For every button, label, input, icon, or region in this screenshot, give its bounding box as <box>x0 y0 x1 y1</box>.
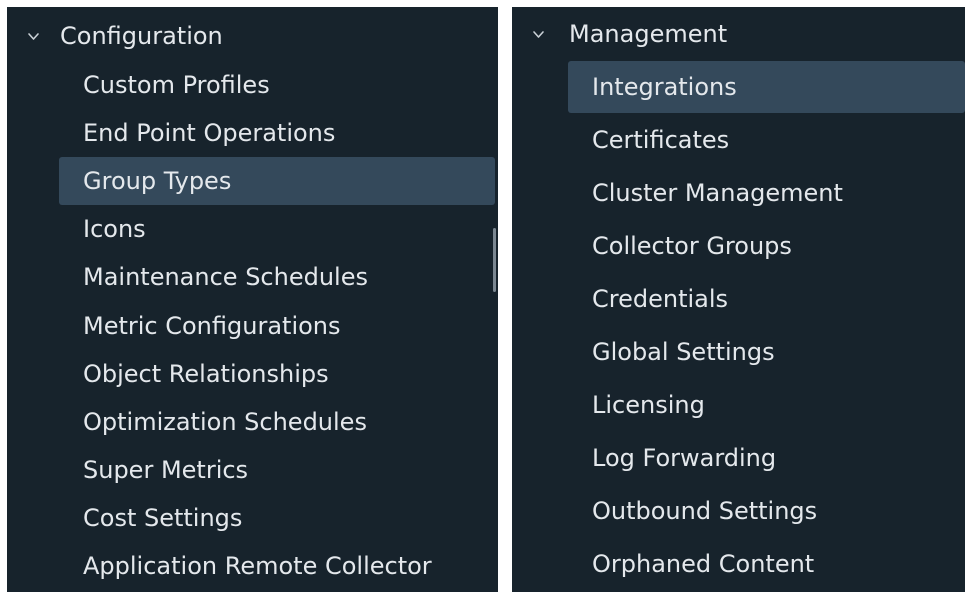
configuration-item-label: Group Types <box>83 167 232 196</box>
scrollbar-thumb[interactable] <box>493 228 496 292</box>
management-item-label: Collector Groups <box>592 232 792 260</box>
configuration-item-custom-profiles[interactable]: Custom Profiles <box>83 61 270 109</box>
management-item-label: Orphaned Content <box>592 550 815 578</box>
configuration-item-cost-settings[interactable]: Cost Settings <box>83 494 242 542</box>
management-nav-panel: Management Integrations Certificates Clust… <box>512 7 965 592</box>
management-item-label: Credentials <box>592 285 729 313</box>
configuration-item-metric-configurations[interactable]: Metric Configurations <box>83 302 341 350</box>
management-item-certificates[interactable]: Certificates <box>592 114 729 166</box>
configuration-item-maintenance-schedules[interactable]: Maintenance Schedules <box>83 253 368 301</box>
management-item-licensing[interactable]: Licensing <box>592 379 705 431</box>
chevron-down-icon[interactable] <box>27 30 40 43</box>
management-item-orphaned-content[interactable]: Orphaned Content <box>592 538 814 590</box>
management-item-label: Integrations <box>592 73 737 101</box>
management-item-label: Global Settings <box>592 338 775 366</box>
management-section-title: Management <box>569 20 728 48</box>
management-item-collector-groups[interactable]: Collector Groups <box>592 220 792 272</box>
management-item-log-forwarding[interactable]: Log Forwarding <box>592 432 776 484</box>
configuration-item-label: Custom Profiles <box>83 71 270 99</box>
configuration-item-label: Icons <box>83 215 146 244</box>
management-item-label: Licensing <box>592 391 705 419</box>
management-item-label: Certificates <box>592 126 730 154</box>
configuration-item-label: Maintenance Schedules <box>83 263 368 292</box>
configuration-item-label: Super Metrics <box>83 455 249 484</box>
management-item-global-settings[interactable]: Global Settings <box>592 326 775 378</box>
configuration-item-super-metrics[interactable]: Super Metrics <box>83 446 248 494</box>
configuration-item-label: End Point Operations <box>83 119 336 148</box>
management-item-cluster-management[interactable]: Cluster Management <box>592 167 843 219</box>
configuration-item-object-relationships[interactable]: Object Relationships <box>83 350 329 398</box>
configuration-item-label: Cost Settings <box>83 503 243 532</box>
management-item-integrations[interactable]: Integrations <box>568 61 965 113</box>
configuration-item-optimization-schedules[interactable]: Optimization Schedules <box>83 398 367 446</box>
configuration-item-label: Object Relationships <box>83 359 329 388</box>
configuration-section-title: Configuration <box>60 22 223 50</box>
configuration-item-group-types[interactable]: Group Types <box>59 157 495 206</box>
configuration-item-application-remote-collector[interactable]: Application Remote Collector <box>83 542 432 590</box>
management-item-label: Cluster Management <box>592 179 843 207</box>
management-item-credentials[interactable]: Credentials <box>592 273 728 325</box>
configuration-item-label: Optimization Schedules <box>83 407 367 436</box>
chevron-down-icon[interactable] <box>532 28 545 41</box>
configuration-item-label: Metric Configurations <box>83 311 341 340</box>
management-section-header[interactable]: Management <box>532 19 727 49</box>
configuration-item-label: Application Remote Collector <box>83 552 432 580</box>
configuration-item-end-point-operations[interactable]: End Point Operations <box>83 109 335 157</box>
configuration-item-icons[interactable]: Icons <box>83 205 146 253</box>
management-item-outbound-settings[interactable]: Outbound Settings <box>592 485 817 537</box>
configuration-section-header[interactable]: Configuration <box>27 21 223 51</box>
management-item-label: Outbound Settings <box>592 497 818 525</box>
configuration-nav-panel: Configuration Custom Profiles End Point O… <box>7 7 498 592</box>
management-item-label: Log Forwarding <box>592 444 777 472</box>
